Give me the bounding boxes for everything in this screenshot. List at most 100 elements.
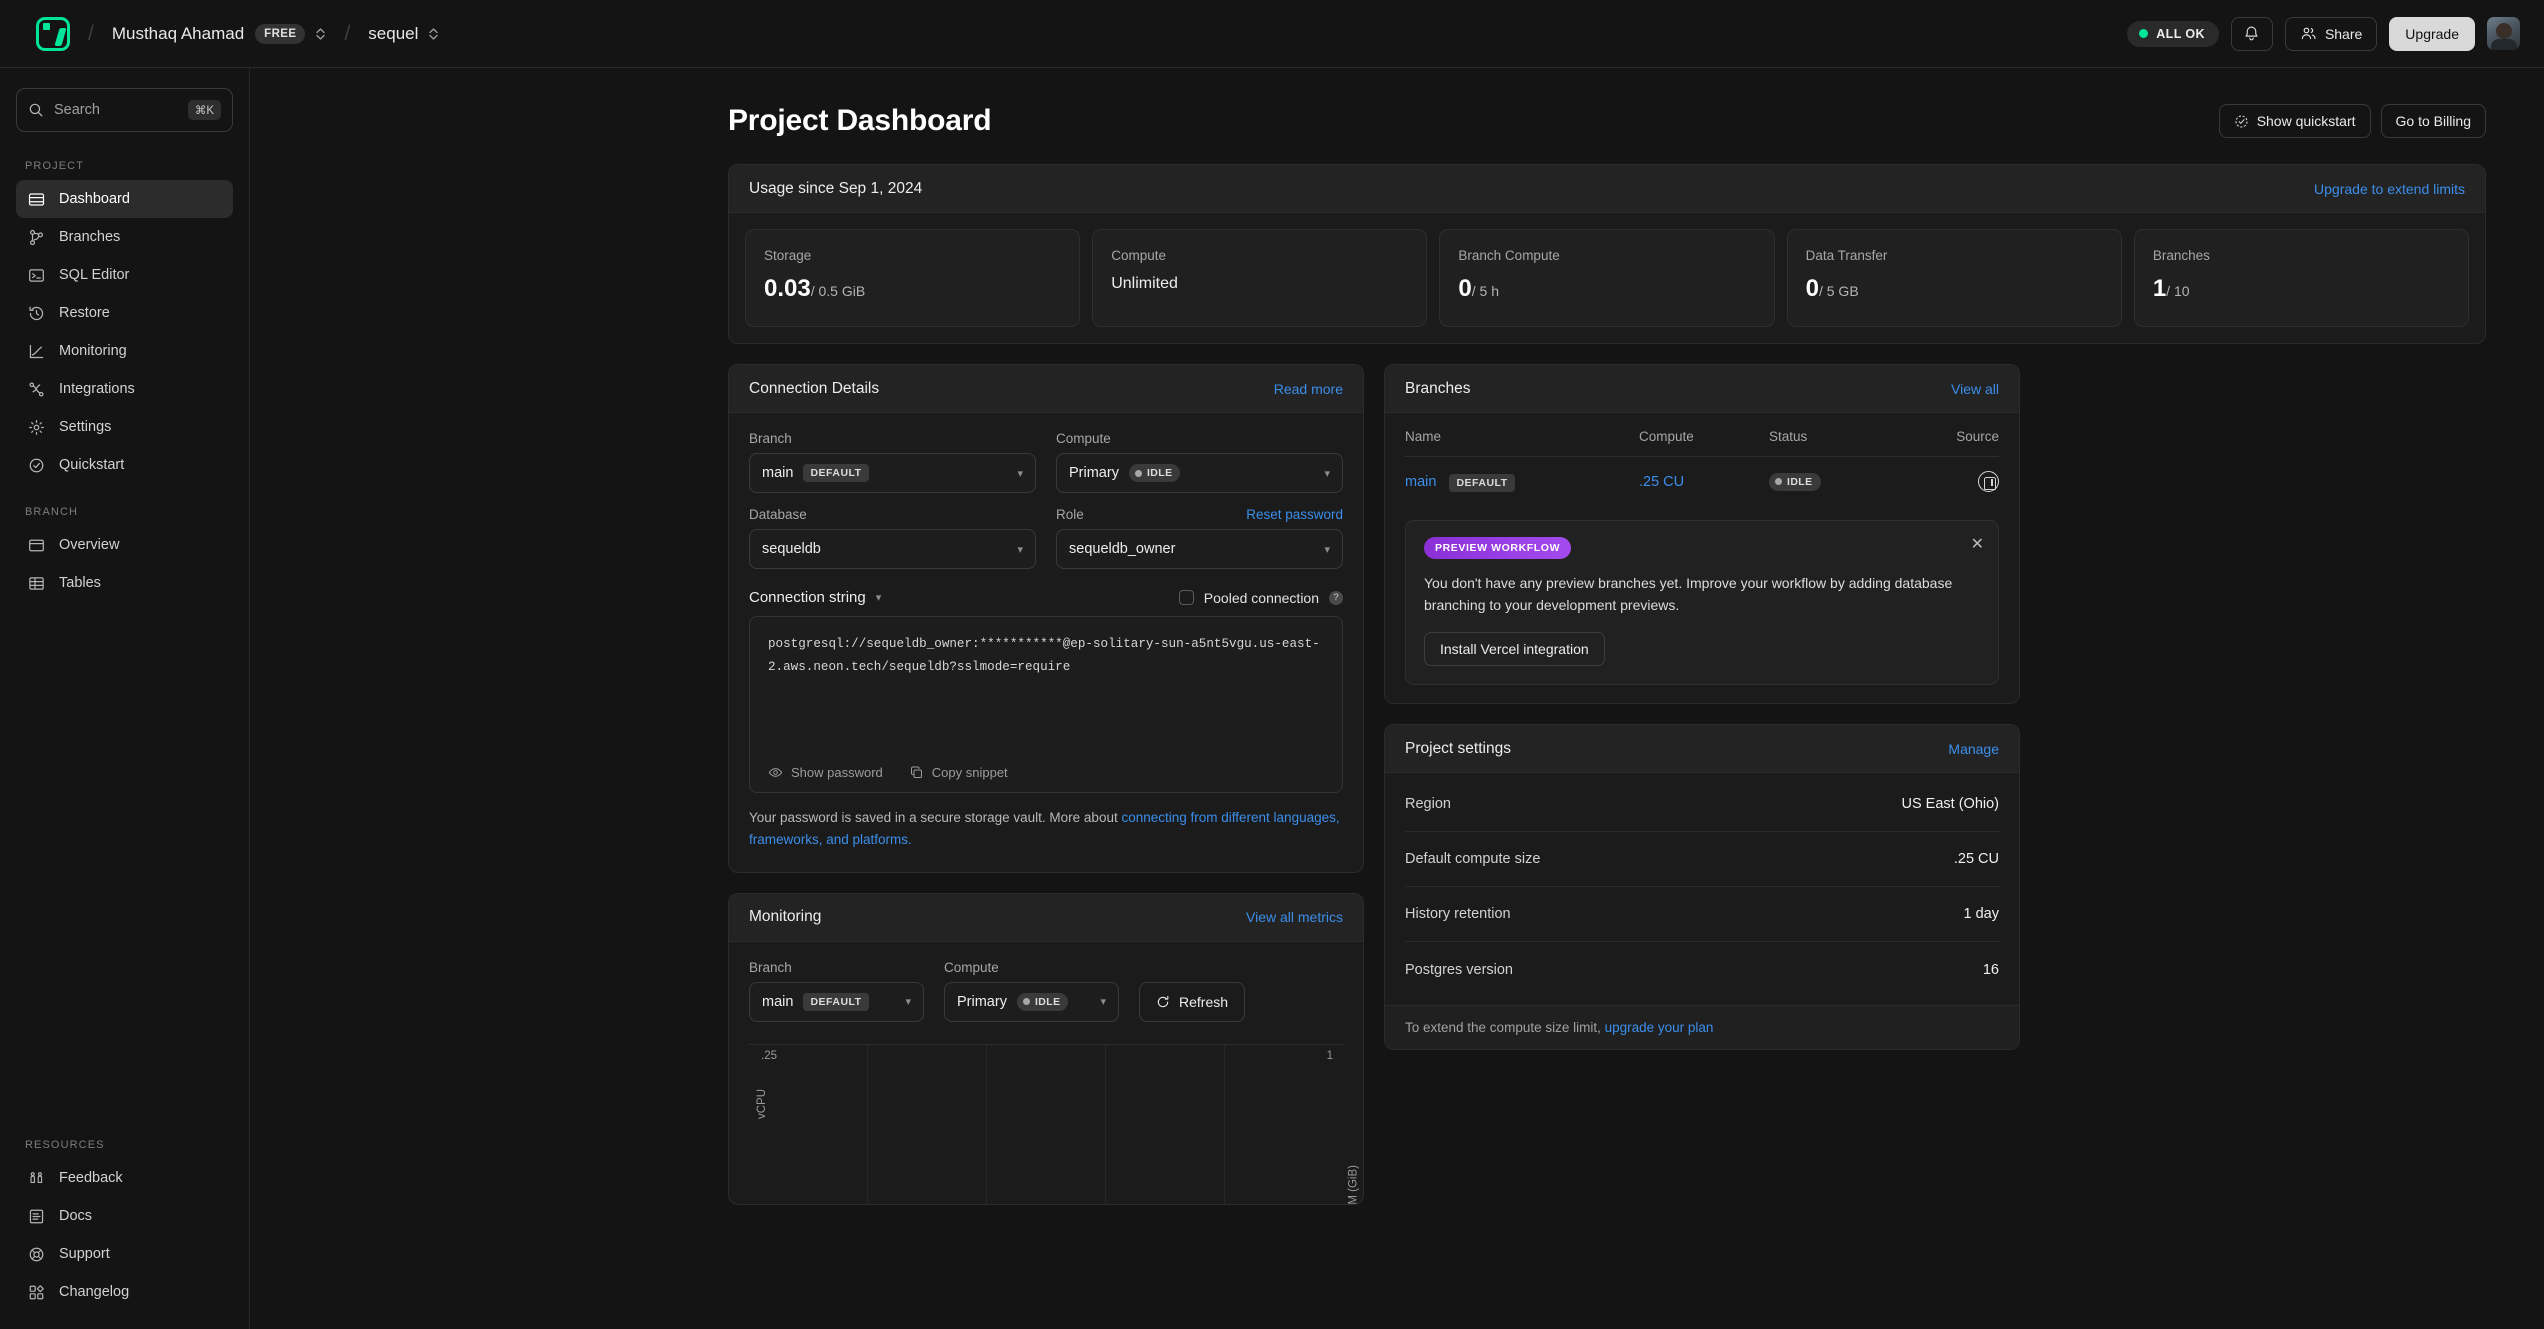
sidebar: Search ⌘K PROJECT Dashboard Branches SQL… [0,68,250,1329]
database-select[interactable]: sequeldb ▾ [749,529,1036,569]
sidebar-item-label: SQL Editor [59,267,130,283]
branches-header: Branches View all [1385,365,2019,413]
refresh-button[interactable]: Refresh [1139,981,1246,1022]
compute-select[interactable]: Primary IDLE ▾ [1056,453,1343,493]
branch-name-link[interactable]: main [1405,474,1436,490]
pooled-connection-checkbox[interactable] [1178,590,1194,605]
sidebar-item-label: Changelog [59,1284,130,1300]
chart-y2-axis-label: RAM (GiB) [1348,1164,1360,1205]
role-select[interactable]: sequeldb_owner ▾ [1056,529,1343,569]
upgrade-button[interactable]: Upgrade [2389,16,2475,51]
sidebar-item-label: Overview [59,537,120,553]
usage-card-value: 0/ 5 h [1458,275,1755,303]
usage-card-label: Storage [764,248,812,263]
neon-logo[interactable] [36,16,70,51]
check-circle-icon [27,456,46,475]
project-settings-title: Project settings [1405,739,1511,757]
sidebar-item-changelog[interactable]: Changelog [16,1273,233,1311]
sidebar-item-settings[interactable]: Settings [16,408,233,446]
install-vercel-integration-button[interactable]: Install Vercel integration [1424,632,1605,667]
upgrade-limits-link[interactable]: Upgrade to extend limits [2314,181,2465,197]
branch-compute-link[interactable]: .25 CU [1639,460,1769,502]
show-password-button[interactable]: Show password [768,765,883,780]
database-label: Database [749,507,807,522]
manage-settings-link[interactable]: Manage [1948,741,1999,757]
project-switcher-chevron-icon[interactable] [428,26,439,42]
usage-card-value: Unlimited [1111,275,1178,292]
branches-col-source: Source [1956,429,1999,444]
upgrade-plan-link[interactable]: upgrade your plan [1605,1020,1714,1035]
view-all-branches-link[interactable]: View all [1951,381,1999,397]
monitoring-compute-field: Compute Primary IDLE ▾ [944,960,1119,1022]
usage-value-number: 1 [2152,275,2167,302]
monitoring-header: Monitoring View all metrics [729,893,1363,942]
avatar[interactable] [2487,17,2520,50]
integrations-icon [27,380,46,399]
close-icon[interactable]: ✕ [1971,534,1984,554]
view-all-metrics-link[interactable]: View all metrics [1246,909,1343,925]
sidebar-item-support[interactable]: Support [16,1235,233,1273]
show-password-label: Show password [791,765,883,780]
branches-col-status: Status [1769,429,1808,444]
sidebar-item-restore[interactable]: Restore [16,294,233,332]
sidebar-item-label: Feedback [59,1170,123,1186]
branch-default-tag: DEFAULT [803,464,869,482]
status-badge[interactable]: ALL OK [2127,20,2219,47]
usage-title: Usage since Sep 1, 2024 [749,179,923,197]
settings-row-history-retention: History retention 1 day [1405,887,1999,943]
sidebar-item-tables[interactable]: Tables [16,564,233,602]
sidebar-item-feedback[interactable]: Feedback [16,1159,233,1197]
connection-string-actions: Show password Copy snippet [750,765,1342,792]
share-button[interactable]: Share [2284,16,2378,51]
sidebar-item-label: Settings [59,419,112,435]
sidebar-item-quickstart[interactable]: Quickstart [16,446,233,484]
sidebar-item-label: Docs [59,1208,93,1224]
sidebar-item-branches[interactable]: Branches [16,218,233,256]
sidebar-item-overview[interactable]: Overview [16,526,233,564]
help-icon[interactable]: ? [1329,590,1343,605]
monitoring-branch-select[interactable]: main DEFAULT ▾ [749,981,924,1022]
search-input[interactable]: Search ⌘K [16,88,233,132]
reset-password-link[interactable]: Reset password [1246,507,1343,522]
usage-value-number: 0 [1805,275,1819,302]
monitoring-title: Monitoring [749,908,822,926]
compute-field: Compute Primary IDLE ▾ [1056,431,1343,493]
usage-card-label: Branches [2152,248,2210,263]
account-switcher-chevron-icon[interactable] [315,26,326,42]
copy-snippet-button[interactable]: Copy snippet [909,765,1008,780]
refresh-icon [1156,995,1170,1009]
account-name[interactable]: Musthaq Ahamad [112,24,244,44]
monitoring-compute-select[interactable]: Primary IDLE ▾ [944,981,1119,1022]
sidebar-item-dashboard[interactable]: Dashboard [16,180,233,218]
chart-line-icon [27,342,46,361]
monitoring-branch-tag: DEFAULT [803,992,869,1011]
chart-y-axis-label: vCPU [756,1088,768,1119]
branches-table: Name Compute Status Source main DEFAULT … [1405,429,1999,504]
monitoring-compute-status-badge: IDLE [1016,992,1069,1011]
usage-value-limit: / 10 [2166,283,2190,299]
chart-grid-cell [868,1044,987,1204]
connection-string-box[interactable]: postgresql://sequeldb_owner:***********@… [749,616,1343,793]
sidebar-item-sql-editor[interactable]: SQL Editor [16,256,233,294]
settings-key: Postgres version [1405,961,1513,978]
branch-select[interactable]: main DEFAULT ▾ [749,453,1036,493]
changelog-icon [27,1283,46,1302]
usage-card-label: Compute [1111,248,1166,263]
compute-status-label: IDLE [1146,467,1173,479]
go-to-billing-button[interactable]: Go to Billing [2380,104,2486,138]
sidebar-item-docs[interactable]: Docs [16,1197,233,1235]
usage-panel-header: Usage since Sep 1, 2024 Upgrade to exten… [729,165,2485,213]
notifications-button[interactable] [2230,16,2273,51]
chevron-down-icon: ▾ [1017,467,1023,480]
show-quickstart-button[interactable]: Show quickstart [2218,104,2371,138]
read-more-link[interactable]: Read more [1274,381,1343,397]
sidebar-item-monitoring[interactable]: Monitoring [16,332,233,370]
sidebar-item-integrations[interactable]: Integrations [16,370,233,408]
usage-card-label: Data Transfer [1805,248,1888,263]
branch-default-tag: DEFAULT [1449,473,1515,492]
project-name[interactable]: sequel [368,24,418,44]
chevron-down-icon: ▾ [1017,543,1023,556]
status-label: ALL OK [2156,26,2205,41]
connection-string-chevron-down-icon[interactable]: ▾ [876,591,882,604]
